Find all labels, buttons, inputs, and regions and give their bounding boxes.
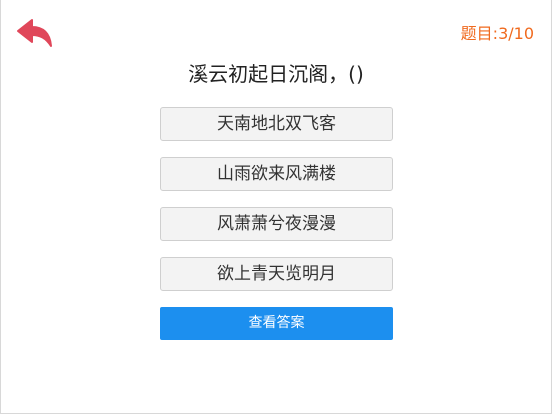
back-arrow-icon bbox=[17, 19, 52, 47]
question-text: 溪云初起日沉阁，() bbox=[188, 62, 364, 86]
answer-option-3[interactable]: 风萧萧兮夜漫漫 bbox=[160, 207, 393, 241]
question-progress: 题目:3/10 bbox=[460, 24, 534, 43]
answer-option-1[interactable]: 天南地北双飞客 bbox=[160, 107, 393, 141]
answer-option-4[interactable]: 欲上青天览明月 bbox=[160, 257, 393, 291]
back-button[interactable] bbox=[15, 17, 55, 49]
answer-option-2[interactable]: 山雨欲来风满楼 bbox=[160, 157, 393, 191]
quiz-screen: 题目:3/10 溪云初起日沉阁，() 天南地北双飞客 山雨欲来风满楼 风萧萧兮夜… bbox=[0, 0, 552, 414]
show-answer-button[interactable]: 查看答案 bbox=[160, 307, 393, 340]
